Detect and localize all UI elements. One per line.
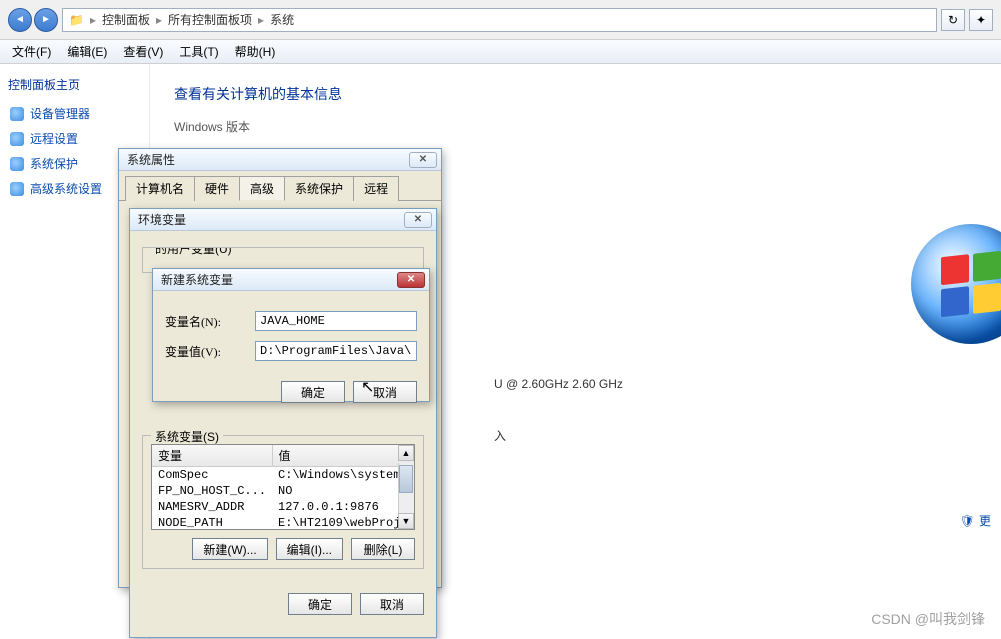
shield-icon bbox=[10, 157, 24, 171]
dialog-title: 系统属性 bbox=[127, 151, 175, 168]
menu-bar: 文件(F) 编辑(E) 查看(V) 工具(T) 帮助(H) bbox=[0, 40, 1001, 64]
system-vars-group-label: 系统变量(S) bbox=[151, 428, 223, 445]
scroll-up-arrow[interactable]: ▲ bbox=[398, 445, 414, 461]
breadcrumb-root[interactable]: 控制面板 bbox=[102, 11, 150, 28]
var-name-label: 变量名(N): bbox=[165, 313, 243, 330]
newvar-cancel-button[interactable]: 取消 bbox=[353, 381, 417, 403]
more-settings-link[interactable]: 🛡更 bbox=[960, 512, 991, 529]
breadcrumb[interactable]: 📁 ▸ 控制面板 ▸ 所有控制面板项 ▸ 系统 bbox=[62, 8, 937, 32]
menu-edit[interactable]: 编辑(E) bbox=[59, 40, 115, 63]
close-button[interactable]: ✕ bbox=[404, 212, 432, 228]
dialog-title: 环境变量 bbox=[138, 211, 186, 228]
shield-icon: 🛡 bbox=[960, 514, 975, 528]
tab-advanced[interactable]: 高级 bbox=[239, 176, 285, 201]
refresh-button[interactable]: ↻ bbox=[941, 9, 965, 31]
folder-icon: 📁 bbox=[69, 13, 84, 27]
menu-view[interactable]: 查看(V) bbox=[115, 40, 171, 63]
cpu-info: U @ 2.60GHz 2.60 GHz bbox=[494, 377, 977, 391]
env-ok-button[interactable]: 确定 bbox=[288, 593, 352, 615]
dialog-title: 新建系统变量 bbox=[161, 271, 233, 288]
watermark: CSDN @叫我剑锋 bbox=[871, 609, 985, 629]
var-value-label: 变量值(V): bbox=[165, 343, 243, 360]
nav-back-button[interactable]: ◄ bbox=[8, 8, 32, 32]
close-button[interactable]: ✕ bbox=[409, 152, 437, 168]
scroll-thumb[interactable] bbox=[399, 465, 413, 493]
user-vars-group-label: 的用户变量(U) bbox=[151, 247, 236, 257]
sidebar-header: 控制面板主页 bbox=[8, 76, 141, 93]
sys-edit-button[interactable]: 编辑(I)... bbox=[276, 538, 343, 560]
var-name-input[interactable] bbox=[255, 311, 417, 331]
scroll-down-arrow[interactable]: ▼ bbox=[398, 513, 414, 529]
close-button[interactable]: ✕ bbox=[397, 272, 425, 288]
tab-hardware[interactable]: 硬件 bbox=[194, 176, 240, 201]
table-row: NAMESRV_ADDR127.0.0.1:9876 bbox=[152, 499, 415, 515]
newvar-ok-button[interactable]: 确定 bbox=[281, 381, 345, 403]
table-row: ComSpecC:\Windows\system32\cmd.exe bbox=[152, 467, 415, 484]
breadcrumb-l3[interactable]: 系统 bbox=[270, 11, 294, 28]
system-vars-list[interactable]: 变量值 ComSpecC:\Windows\system32\cmd.exe F… bbox=[151, 444, 415, 530]
sys-delete-button[interactable]: 删除(L) bbox=[351, 538, 415, 560]
sys-new-button[interactable]: 新建(W)... bbox=[192, 538, 267, 560]
table-row: NODE_PATHE:\HT2109\webProject\node_modul… bbox=[152, 515, 415, 530]
pen-touch-info: 入 bbox=[494, 427, 977, 444]
table-row: FP_NO_HOST_C...NO bbox=[152, 483, 415, 499]
breadcrumb-l2[interactable]: 所有控制面板项 bbox=[168, 11, 252, 28]
sysprop-tabs: 计算机名 硬件 高级 系统保护 远程 bbox=[119, 171, 441, 201]
page-title: 查看有关计算机的基本信息 bbox=[174, 84, 977, 104]
env-cancel-button[interactable]: 取消 bbox=[360, 593, 424, 615]
menu-file[interactable]: 文件(F) bbox=[4, 40, 59, 63]
device-icon bbox=[10, 107, 24, 121]
sidebar-item-remote[interactable]: 远程设置 bbox=[10, 130, 139, 147]
gear-icon bbox=[10, 182, 24, 196]
search-dropdown-button[interactable]: ✦ bbox=[969, 9, 993, 31]
col-var[interactable]: 变量 bbox=[152, 445, 272, 467]
sidebar-item-device-manager[interactable]: 设备管理器 bbox=[10, 105, 139, 122]
menu-tools[interactable]: 工具(T) bbox=[171, 40, 226, 63]
section-windows-edition: Windows 版本 bbox=[174, 118, 977, 135]
menu-help[interactable]: 帮助(H) bbox=[227, 40, 284, 63]
var-value-input[interactable] bbox=[255, 341, 417, 361]
remote-icon bbox=[10, 132, 24, 146]
explorer-topbar: ◄ ► 📁 ▸ 控制面板 ▸ 所有控制面板项 ▸ 系统 ↻ ✦ bbox=[0, 0, 1001, 40]
dialog-new-system-variable: 新建系统变量 ✕ 变量名(N): 变量值(V): 确定 取消 ↖ bbox=[152, 268, 430, 402]
col-val[interactable]: 值 bbox=[272, 445, 415, 467]
nav-forward-button[interactable]: ► bbox=[34, 8, 58, 32]
tab-computer-name[interactable]: 计算机名 bbox=[125, 176, 195, 201]
tab-protection[interactable]: 系统保护 bbox=[284, 176, 354, 201]
tab-remote[interactable]: 远程 bbox=[353, 176, 399, 201]
